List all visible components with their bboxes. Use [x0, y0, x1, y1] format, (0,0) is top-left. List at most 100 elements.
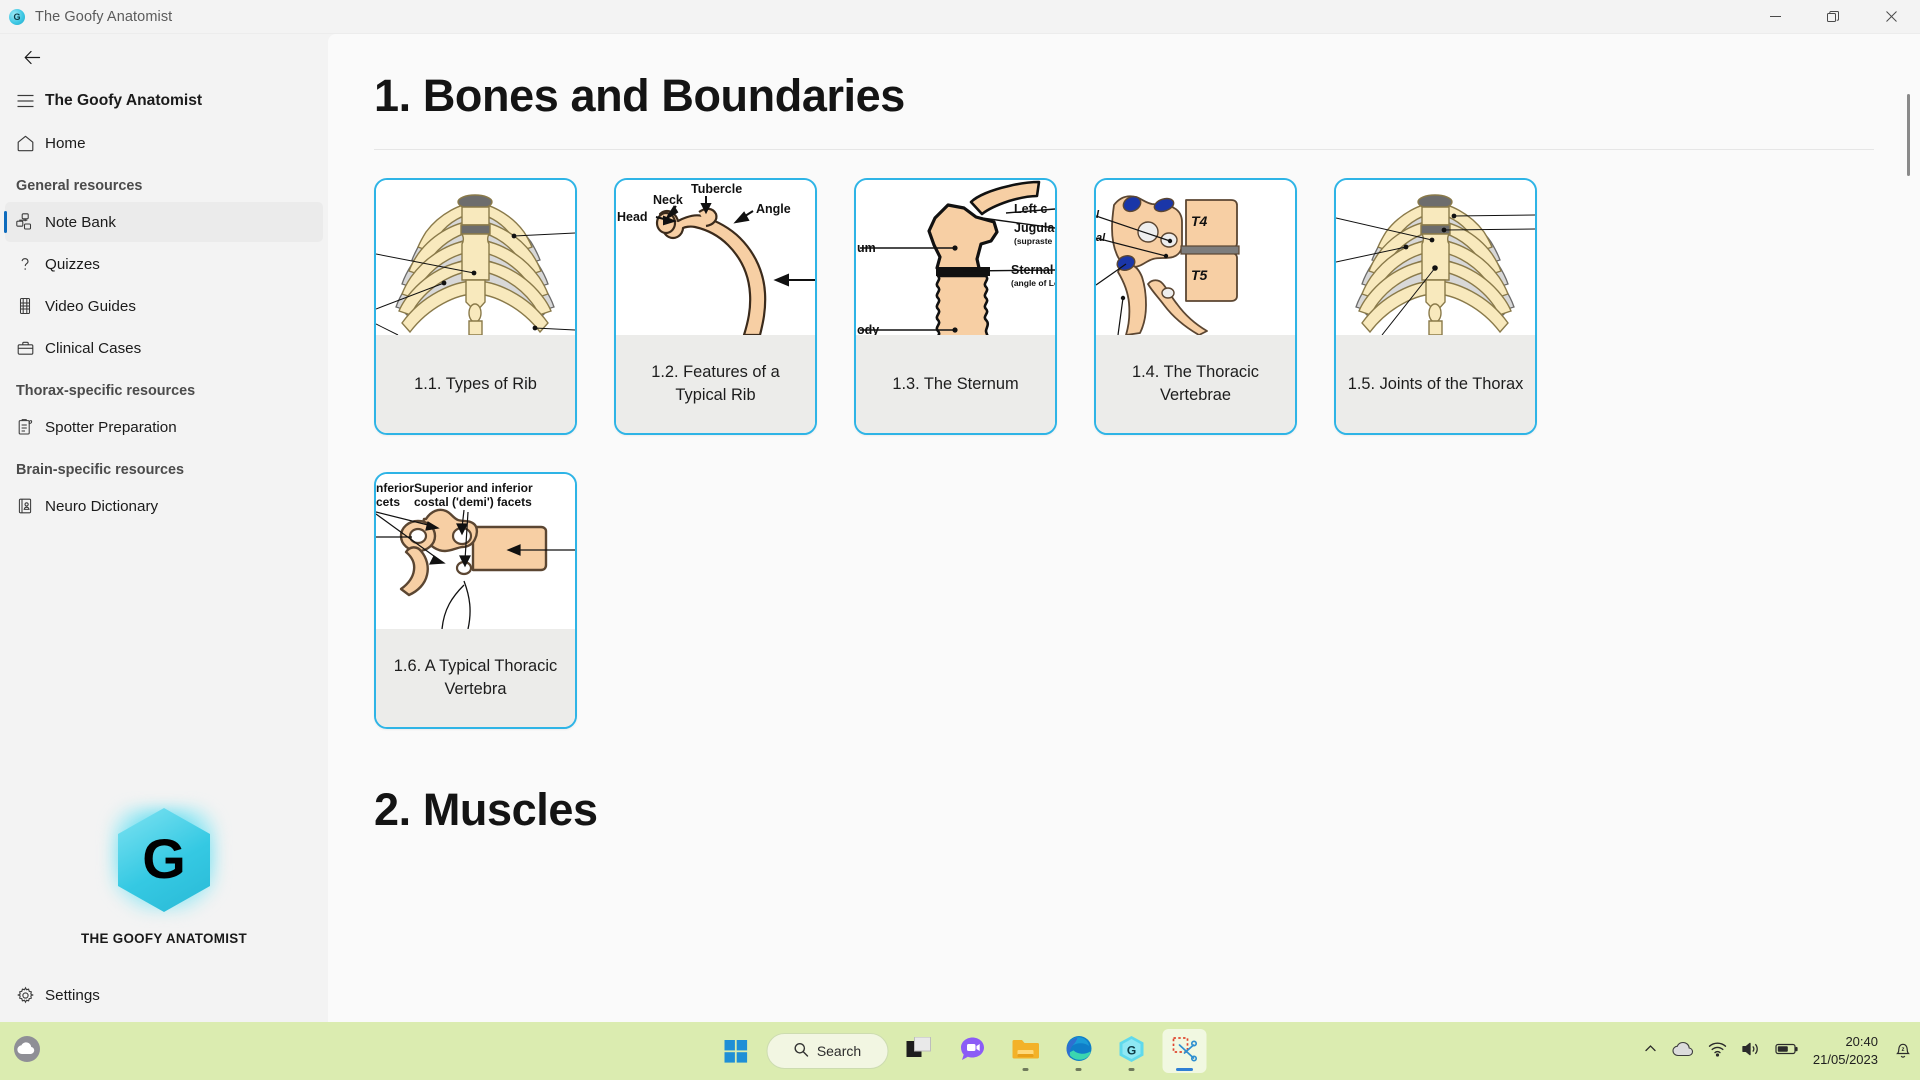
restore-button[interactable] — [1804, 0, 1862, 34]
note-card-label: 1.1. Types of Rib — [376, 334, 575, 433]
film-strip-icon — [5, 297, 45, 315]
snipping-tool-button[interactable] — [1162, 1029, 1207, 1073]
thumb-label-line1: nferior — [376, 481, 414, 495]
note-card-label: 1.5. Joints of the Thorax — [1336, 334, 1535, 433]
search-label: Search — [816, 1043, 862, 1059]
logo-caption: THE GOOFY ANATOMIST — [81, 931, 247, 946]
wifi-icon[interactable] — [1708, 1041, 1727, 1062]
typical-thoracic-vertebra-diagram: nferior cets Superior and inferior costa… — [376, 473, 575, 629]
title-divider — [374, 148, 1874, 150]
note-card-1-3[interactable]: Left c Jugula (supraste um Sternal s (an… — [854, 177, 1057, 435]
thumb-label-line2: cets — [376, 495, 400, 509]
battery-icon[interactable] — [1775, 1042, 1799, 1061]
weather-widget[interactable] — [10, 1032, 44, 1071]
chat-button[interactable] — [951, 1029, 995, 1073]
back-row — [0, 34, 328, 80]
sidebar-app-name: The Goofy Anatomist — [45, 92, 203, 109]
thorax-joints-diagram — [1336, 179, 1535, 335]
sidebar-item-spotter-preparation[interactable]: Spotter Preparation — [5, 407, 323, 447]
microsoft-edge-button[interactable] — [1057, 1029, 1101, 1073]
running-indicator — [1128, 1068, 1135, 1071]
sidebar-item-note-bank[interactable]: Note Bank — [4, 202, 323, 242]
note-bank-icon — [5, 213, 45, 231]
sidebar-item-label: Neuro Dictionary — [45, 497, 159, 515]
thumb-label-tubercle: Tubercle — [691, 182, 742, 196]
briefcase-icon — [5, 339, 45, 358]
taskbar-clock[interactable]: 20:40 21/05/2023 — [1813, 1033, 1878, 1068]
running-indicator — [1022, 1068, 1029, 1071]
note-card-label: 1.4. The Thoracic Vertebrae — [1096, 334, 1295, 433]
sidebar-item-home[interactable]: Home — [5, 123, 323, 163]
window-title-bar: G The Goofy Anatomist — [0, 0, 1920, 34]
typical-rib-diagram: Neck Tubercle Head Angle — [616, 179, 815, 335]
speaker-icon[interactable] — [1741, 1041, 1761, 1062]
chevron-up-icon[interactable] — [1643, 1041, 1658, 1061]
sternum-diagram: Left c Jugula (supraste um Sternal s (an… — [856, 179, 1055, 335]
note-card-1-5[interactable]: 1.5. Joints of the Thorax — [1334, 177, 1537, 435]
thoracic-vertebrae-diagram: T4 T5 l al — [1096, 179, 1295, 335]
active-indicator — [1176, 1068, 1193, 1071]
rib-cage-diagram — [376, 179, 575, 335]
thumb-label-sternal-sub: (angle of Louis — [1011, 278, 1055, 288]
note-card-1-2[interactable]: Neck Tubercle Head Angle 1.2. Features o… — [614, 177, 817, 435]
thumb-label-jugular: Jugula — [1014, 221, 1055, 235]
sidebar-item-label: Clinical Cases — [45, 339, 142, 357]
sidebar-item-video-guides[interactable]: Video Guides — [5, 286, 323, 326]
thumb-label-v1: l — [1096, 209, 1100, 221]
sidebar-item-clinical-cases[interactable]: Clinical Cases — [5, 328, 323, 368]
question-mark-icon — [5, 255, 45, 273]
back-button[interactable] — [13, 40, 51, 74]
minimize-button[interactable] — [1746, 0, 1804, 34]
chat-bubble-icon — [960, 1036, 986, 1067]
app-logo-icon: G — [9, 8, 25, 25]
book-contact-icon — [5, 497, 45, 515]
window-title: The Goofy Anatomist — [35, 8, 173, 25]
clock-date: 21/05/2023 — [1812, 1052, 1878, 1067]
sidebar-item-settings[interactable]: Settings — [5, 969, 323, 1021]
edge-icon — [1065, 1035, 1092, 1067]
card-grid-row-1: 1.1. Types of Rib Neck Tubercle Head Ang… — [374, 177, 1874, 435]
sidebar-brand-logo: G THE GOOFY ANATOMIST — [0, 801, 328, 946]
clipboard-icon — [5, 418, 45, 436]
gear-icon — [5, 986, 45, 1005]
sidebar-item-quizzes[interactable]: Quizzes — [5, 244, 323, 284]
goofy-anatomist-button[interactable]: G — [1110, 1029, 1154, 1073]
svg-text:G: G — [1127, 1043, 1136, 1057]
cloud-icon[interactable] — [1672, 1041, 1694, 1062]
system-tray: 20:40 21/05/2023 z — [1643, 1033, 1914, 1068]
content-inner: 1. Bones and Boundaries 1.1. Types of Ri… — [328, 34, 1920, 836]
goofy-anatomist-icon: G — [1119, 1035, 1145, 1068]
scrollbar-thumb[interactable] — [1907, 94, 1910, 176]
note-card-1-6[interactable]: nferior cets Superior and inferior costa… — [374, 471, 577, 729]
thumb-label-head: Head — [617, 210, 648, 224]
clock-time: 20:40 — [1845, 1034, 1878, 1050]
sidebar-item-neuro-dictionary[interactable]: Neuro Dictionary — [5, 486, 323, 526]
folder-icon — [1012, 1037, 1040, 1066]
start-button[interactable] — [714, 1029, 758, 1073]
home-icon — [5, 134, 45, 153]
card-grid-row-2: nferior cets Superior and inferior costa… — [374, 471, 1874, 729]
sidebar-section-heading-general: General resources — [16, 178, 143, 194]
thumb-label-jugular-sub: (supraste — [1014, 236, 1053, 246]
thumb-label-neck: Neck — [653, 193, 683, 207]
sidebar-item-label: Note Bank — [45, 213, 116, 231]
bell-dnd-icon[interactable]: z — [1892, 1039, 1914, 1064]
thumb-label-t5: T5 — [1191, 267, 1208, 283]
nav-toggle-app-title[interactable]: The Goofy Anatomist — [5, 81, 323, 121]
note-card-label: 1.2. Features of a Typical Rib — [616, 334, 815, 433]
task-view-button[interactable] — [898, 1029, 942, 1073]
note-card-label: 1.6. A Typical Thoracic Vertebra — [376, 628, 575, 727]
close-button[interactable] — [1862, 0, 1920, 34]
sidebar-item-label: Spotter Preparation — [45, 418, 177, 436]
taskbar-search-button[interactable]: Search — [766, 1033, 889, 1069]
file-explorer-button[interactable] — [1004, 1029, 1048, 1073]
note-card-1-1[interactable]: 1.1. Types of Rib — [374, 177, 577, 435]
note-card-1-4[interactable]: T4 T5 l al 1.4. The Thoracic Vertebrae — [1094, 177, 1297, 435]
svg-text:z: z — [1902, 1047, 1905, 1053]
thumb-label-body: ody — [857, 323, 879, 335]
note-card-label: 1.3. The Sternum — [856, 334, 1055, 433]
content-scrollbar[interactable] — [1903, 52, 1915, 1002]
thumb-label-sternal-angle: Sternal s — [1011, 263, 1055, 277]
page-title: 1. Bones and Boundaries — [374, 70, 905, 121]
hexagon-logo-icon: G — [105, 801, 223, 919]
